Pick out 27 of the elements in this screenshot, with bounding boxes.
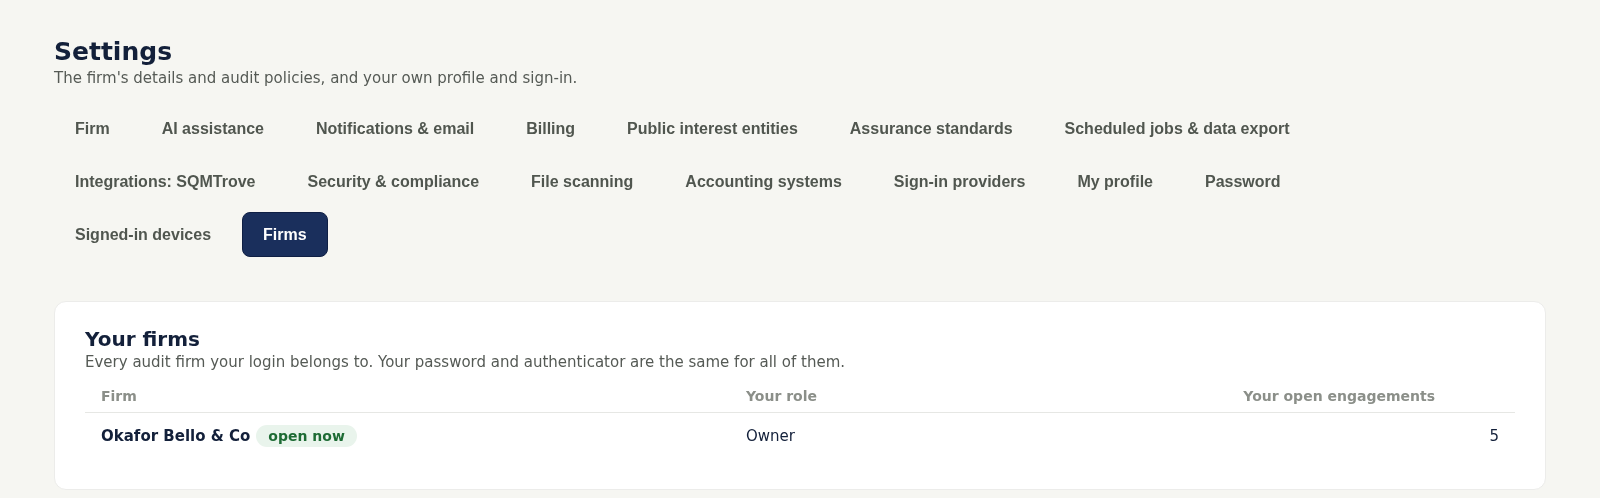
settings-tab[interactable]: Integrations: SQMTrove [54,159,277,204]
settings-tab[interactable]: Security & compliance [286,159,501,204]
firm-name: Okafor Bello & Co [101,427,251,445]
settings-tab[interactable]: Signed-in devices [54,212,233,257]
card-title: Your firms [85,326,201,352]
column-header: Your role [745,387,819,406]
settings-tab[interactable]: Billing [505,106,597,151]
card-description: Every audit firm your login belongs to. Your password and authenticator are the same for all of them. [85,352,846,372]
settings-tab[interactable]: File scanning [510,159,655,204]
column-header: Firm [100,387,138,406]
settings-tab[interactable]: Scheduled jobs & data export [1043,106,1311,151]
settings-tab[interactable]: Notifications & email [294,106,496,151]
page-subtitle: The firm's details and audit policies, and your own profile and sign-in. [54,68,579,88]
page-title: Settings [54,36,173,68]
settings-tab[interactable]: Public interest entities [606,106,819,151]
settings-tab[interactable]: AI assistance [140,106,285,151]
engagement-count: 5 [1489,427,1499,445]
role-text: Owner [746,427,795,445]
settings-tab[interactable]: Firm [54,106,131,151]
settings-tab[interactable]: Password [1183,159,1302,204]
settings-tab[interactable]: Firms [242,212,328,257]
settings-tab[interactable]: Accounting systems [664,159,863,204]
settings-tab[interactable]: Sign-in providers [872,159,1047,204]
settings-tab[interactable]: My profile [1056,159,1174,204]
status-badge: open now [256,425,357,447]
column-header: Your open engagements [1242,387,1436,406]
settings-tab[interactable]: Assurance standards [828,106,1034,151]
